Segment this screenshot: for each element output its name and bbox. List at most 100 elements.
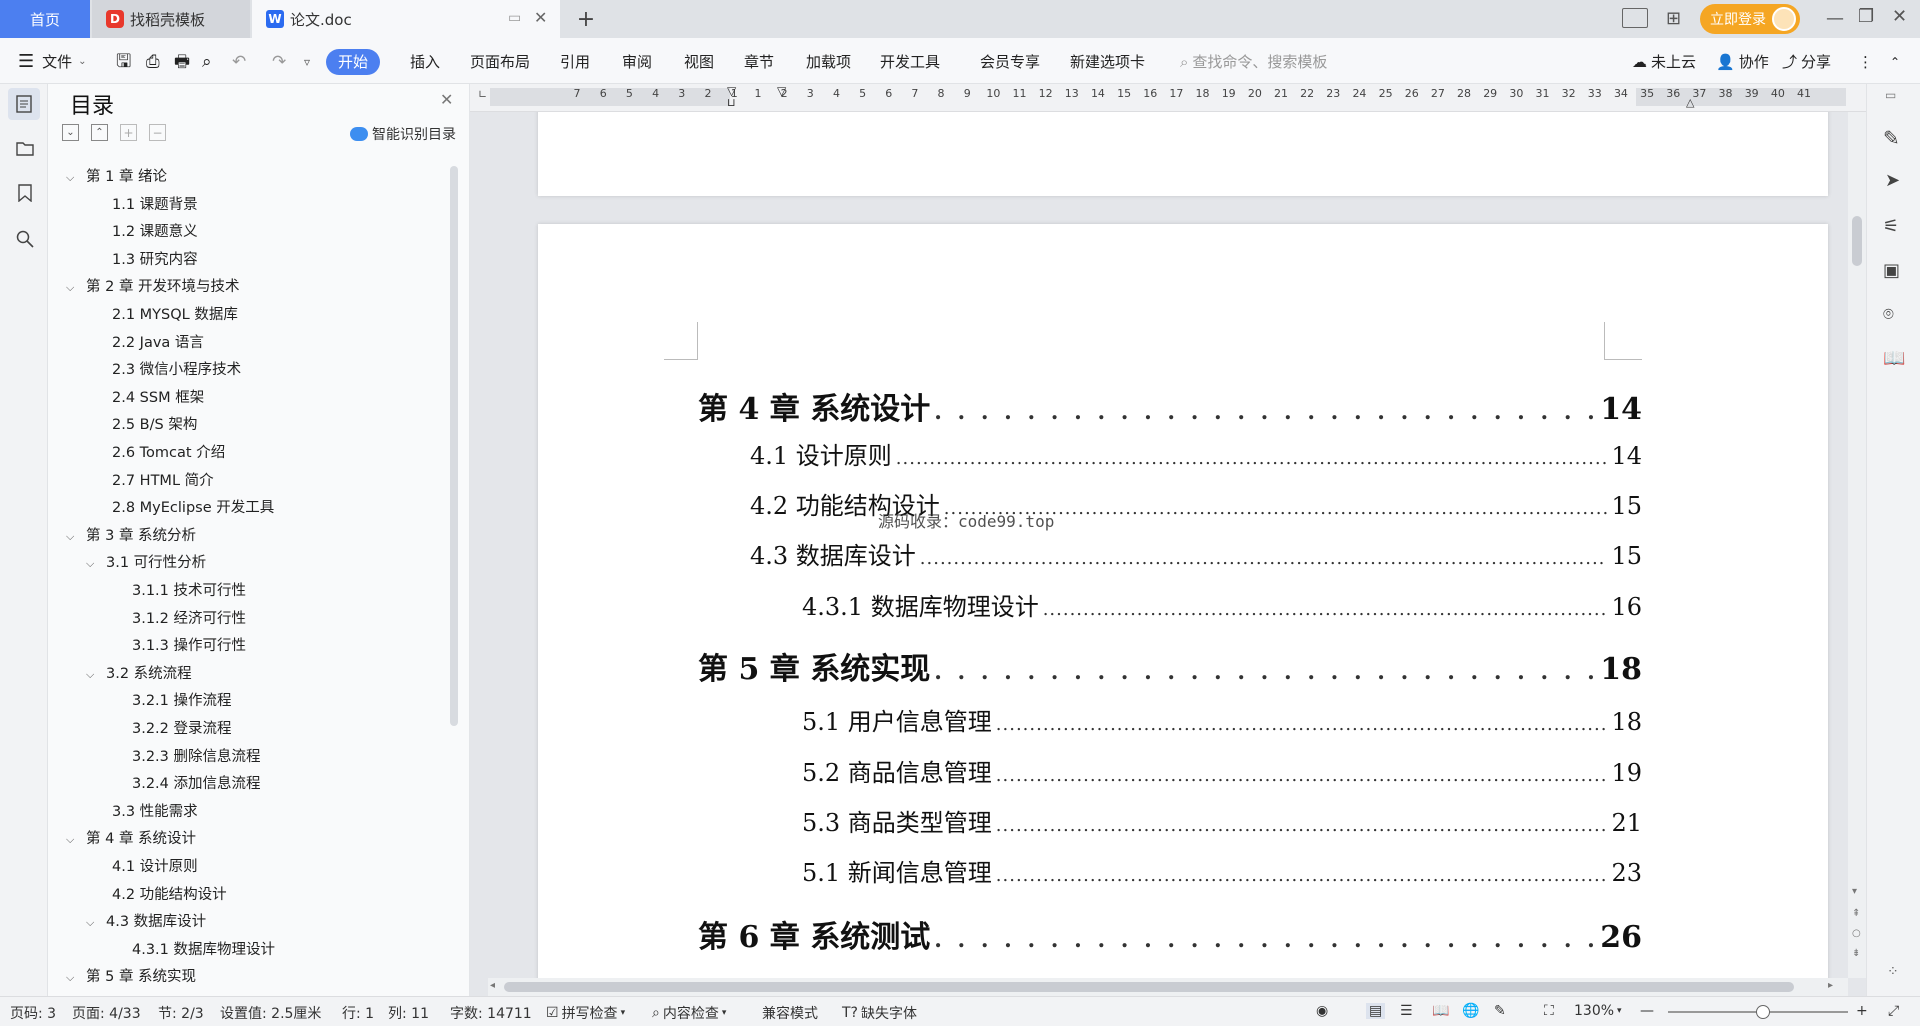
ribbon-tab[interactable]: 视图 [684,49,714,75]
ribbon-tab[interactable]: 开始 [326,49,381,75]
doc-toc-section[interactable]: 5.3 商品类型管理..............................… [802,803,1642,838]
tab-stop-icon[interactable]: ⊔ [727,96,736,109]
status-col[interactable]: 列: 11 [388,1003,429,1023]
more-vertical-icon[interactable]: ⋮ [1858,49,1873,75]
toc-item[interactable]: 3.2.2 登录流程 [106,716,232,742]
missing-font-button[interactable]: T? 缺失字体 [842,1003,917,1023]
prev-page-icon[interactable]: ⇞ [1852,908,1860,919]
pointer-icon[interactable]: ➤ [1885,170,1900,191]
undo-icon[interactable]: ↶ [232,49,246,75]
outline-view-icon[interactable]: ☰ [1400,1003,1413,1019]
toc-item[interactable]: ⌵ 第 1 章 绪论 [66,164,167,190]
expand-pane-icon[interactable]: ▭ [1885,88,1896,102]
share-button[interactable]: ⤴ 分享 [1782,49,1831,75]
screen-icon[interactable]: ▭ [508,10,521,26]
zoom-out-icon[interactable]: — [1640,1003,1654,1019]
layout-icon[interactable] [1622,8,1648,28]
chevron-down-icon[interactable]: ⌵ [86,910,100,936]
compass-icon[interactable]: ⌾ [1883,304,1894,325]
next-page-icon[interactable]: ⇟ [1852,948,1860,959]
zoom-slider-thumb[interactable] [1756,1005,1770,1019]
fullscreen-icon[interactable]: ⤢ [1888,1003,1899,1019]
doc-toc-section[interactable]: 5.1 用户信息管理..............................… [802,702,1642,737]
toc-item[interactable]: 4.2 功能结构设计 [86,882,227,908]
browse-object-icon[interactable]: ○ [1852,928,1861,939]
add-heading-icon[interactable]: + [120,124,137,141]
status-words[interactable]: 字数: 14711 [450,1003,532,1023]
status-section[interactable]: 节: 2/3 [158,1003,204,1023]
adjust-icon[interactable]: ⚟ [1883,216,1899,237]
tab-document[interactable]: W 论文.doc ▭ ✕ [252,0,560,38]
tab-templates[interactable]: D 找稻壳模板 [92,0,250,38]
status-setting[interactable]: 设置值: 2.5厘米 [220,1003,321,1023]
toc-item[interactable]: ⌵ 3.1 可行性分析 [86,550,206,576]
toc-item[interactable]: 2.8 MyEclipse 开发工具 [86,495,274,521]
cloud-status[interactable]: ☁ 未上云 [1632,49,1696,75]
minimize-icon[interactable]: — [1826,8,1844,29]
window-close-icon[interactable]: ✕ [1892,6,1907,27]
print-preview-icon[interactable]: ⌕ [202,49,212,75]
doc-toc-section[interactable]: 5.1 新闻信息管理..............................… [802,853,1642,888]
status-page-no[interactable]: 页码: 3 [10,1003,56,1023]
scroll-right-icon[interactable]: ▸ [1828,980,1833,991]
remove-heading-icon[interactable]: − [149,124,166,141]
toc-item[interactable]: 1.1 课题背景 [86,192,198,218]
toc-item[interactable]: 2.5 B/S 架构 [86,412,197,438]
export-pdf-icon[interactable]: ⎙ [146,49,160,75]
toc-scrollbar[interactable] [450,166,458,726]
status-pages[interactable]: 页面: 4/33 [72,1003,141,1023]
horizontal-scrollbar[interactable]: ◂ ▸ [488,978,1848,996]
folder-nav-icon[interactable] [16,140,34,156]
tab-close-icon[interactable]: ✕ [534,8,547,27]
page-view-icon[interactable]: ▤ [1366,1003,1386,1019]
ribbon-tab[interactable]: 审阅 [622,49,652,75]
toc-item[interactable]: ⌵ 第 2 章 开发环境与技术 [66,274,240,300]
toc-item[interactable]: ⌵ 4.3 数据库设计 [86,909,206,935]
right-indent-icon[interactable]: △ [1686,96,1694,109]
toc-item[interactable]: 3.2.4 添加信息流程 [106,771,261,797]
chevron-down-icon[interactable]: ⌵ [66,827,80,853]
toc-item[interactable]: ⌵ 第 3 章 系统分析 [66,523,196,549]
status-line[interactable]: 行: 1 [342,1003,374,1023]
ribbon-tab[interactable]: 开发工具 [880,49,940,75]
toc-item[interactable]: 4.3.1 数据库物理设计 [106,937,275,963]
scroll-down-icon[interactable]: ▾ [1852,886,1857,897]
pen-icon[interactable]: ✎ [1883,126,1900,150]
chevron-down-icon[interactable]: ⌵ [66,165,80,191]
doc-toc-chapter[interactable]: 第 6 章 系统测试. . . . . . . . . . . . . . . … [698,912,1642,956]
ribbon-tab[interactable]: 新建选项卡 [1070,49,1145,75]
toc-item[interactable]: 2.7 HTML 简介 [86,468,214,494]
image-tool-icon[interactable]: ▣ [1883,260,1900,281]
horizontal-ruler[interactable]: ∟ 7 6 5 4 3 2 1 1 2 3 4 5 6 7 8 9 10 11 12 13 14 15 16 17 18 19 20… [470,84,1866,112]
toc-item[interactable]: 3.2.1 操作流程 [106,688,232,714]
toc-item[interactable]: 3.2.3 删除信息流程 [106,744,261,770]
current-page[interactable]: 第 4 章 系统设计. . . . . . . . . . . . . . . … [538,224,1828,978]
toc-item[interactable]: 4.1 设计原则 [86,854,198,880]
redo-icon[interactable]: ↷ [272,49,286,75]
ribbon-tab[interactable]: 页面布局 [470,49,530,75]
toc-item[interactable]: 3.1.3 操作可行性 [106,633,246,659]
toc-item[interactable]: 2.3 微信小程序技术 [86,357,241,383]
toc-item[interactable]: 2.4 SSM 框架 [86,385,204,411]
toc-item[interactable]: ⌵ 3.2 系统流程 [86,661,192,687]
toc-close-icon[interactable]: ✕ [440,90,453,109]
spell-check-button[interactable]: ☑ 拼写检查 ▾ [546,1003,625,1023]
ribbon-tab[interactable]: 引用 [560,49,590,75]
quick-access-more-icon[interactable]: ▿ [304,49,310,75]
ribbon-tab[interactable]: 插入 [410,49,440,75]
chevron-down-icon[interactable]: ⌵ [66,965,80,991]
smart-toc-button[interactable]: 智能识别目录 [350,124,456,144]
print-icon[interactable]: 🖶 [174,49,190,75]
collapse-all-icon[interactable]: ⌄ [62,124,79,141]
toc-item[interactable]: 1.3 研究内容 [86,247,198,273]
chevron-down-icon[interactable]: ⌵ [66,275,80,301]
expand-all-icon[interactable]: ⌃ [91,124,108,141]
toc-item[interactable]: 3.1.2 经济可行性 [106,606,246,632]
toc-item[interactable]: 2.2 Java 语言 [86,330,204,356]
vscroll-thumb[interactable] [1852,216,1862,266]
read-view-icon[interactable]: 📖 [1432,1003,1449,1019]
chevron-down-icon[interactable]: ⌵ [86,551,100,577]
collab-button[interactable]: 👤 协作 [1716,49,1769,75]
first-indent-icon[interactable]: ▽ [777,84,786,98]
toc-panel-icon[interactable] [8,88,40,120]
